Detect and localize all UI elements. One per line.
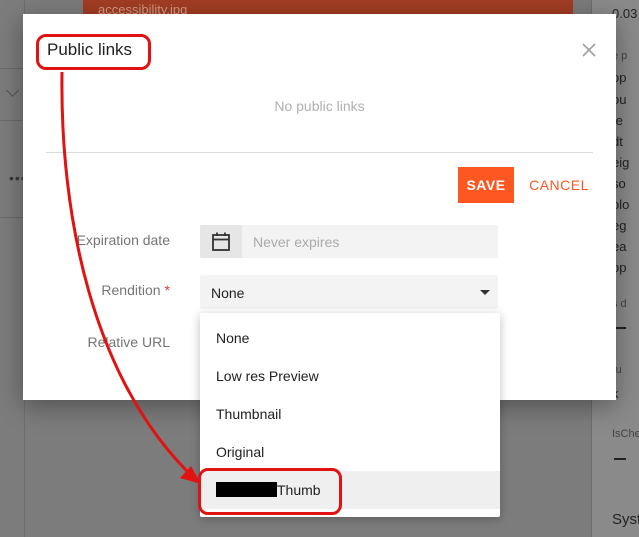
annotation-arrow <box>60 71 201 484</box>
